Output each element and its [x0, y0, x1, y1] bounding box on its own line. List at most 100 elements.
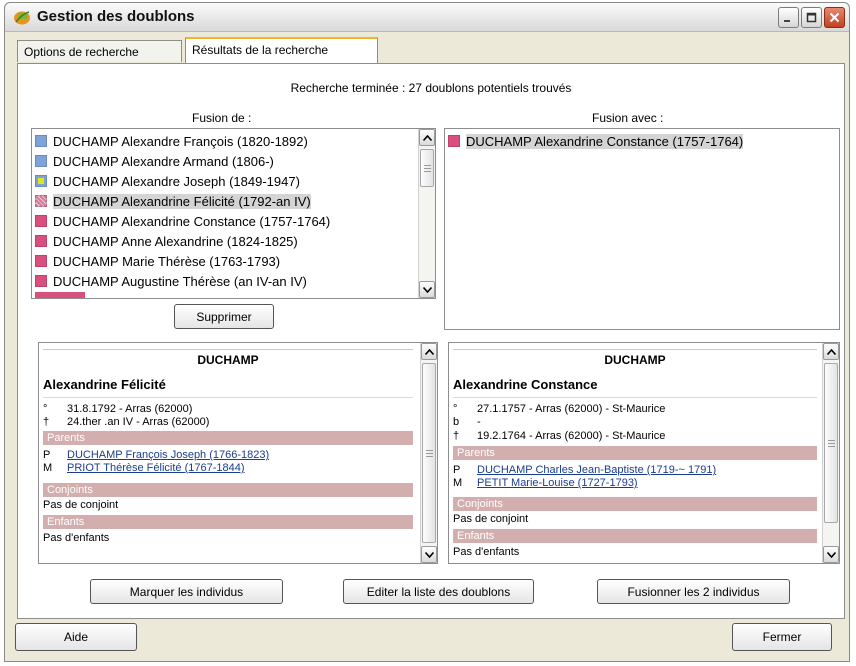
individual-color-swatch: [35, 255, 47, 267]
individual-color-swatch: [448, 135, 460, 147]
maximize-button[interactable]: [801, 7, 822, 28]
scroll-up-button[interactable]: [421, 343, 437, 360]
minimize-button[interactable]: [778, 7, 799, 28]
right-card-scrollbar[interactable]: [822, 343, 839, 563]
section-parents: Parents: [453, 446, 817, 460]
person-surname: DUCHAMP: [43, 349, 413, 367]
list-item[interactable]: DUCHAMP Anne Alexandrine (1824-1825): [35, 231, 298, 251]
event-death: † 19.2.1764 - Arras (62000) - St-Maurice: [453, 430, 666, 442]
individual-color-swatch: [35, 195, 47, 207]
fusionner-individus-button[interactable]: Fusionner les 2 individus: [597, 579, 790, 604]
maximize-icon: [806, 12, 817, 23]
list-item-label: DUCHAMP Alexandre Armand (1806-): [53, 153, 274, 169]
fusion-de-list[interactable]: DUCHAMP Alexandre François (1820-1892) D…: [31, 128, 436, 299]
list-item-selected[interactable]: DUCHAMP Alexandrine Constance (1757-1764…: [448, 131, 744, 151]
supprimer-button[interactable]: Supprimer: [174, 304, 274, 329]
fusion-de-scrollbar[interactable]: [418, 129, 435, 298]
list-item[interactable]: DUCHAMP Alexandre François (1820-1892): [35, 131, 308, 151]
scroll-down-button[interactable]: [419, 281, 435, 298]
section-parents: Parents: [43, 431, 413, 445]
list-item[interactable]: DUCHAMP Marie Thérèse (1763-1793): [35, 251, 280, 271]
parent-mother: M PRIOT Thérèse Félicité (1767-1844): [43, 462, 245, 474]
tab-options-recherche[interactable]: Options de recherche: [17, 40, 182, 62]
mother-link[interactable]: PETIT Marie-Louise (1727-1793): [477, 477, 638, 489]
section-conjoints: Conjoints: [43, 483, 413, 497]
individual-color-swatch: [35, 235, 47, 247]
fusion-avec-list[interactable]: DUCHAMP Alexandrine Constance (1757-1764…: [444, 128, 840, 330]
scroll-up-button[interactable]: [419, 129, 435, 146]
parent-father: P DUCHAMP Charles Jean-Baptiste (1719-~ 1…: [453, 464, 717, 476]
individual-color-swatch: [35, 135, 47, 147]
enfants-value: Pas d'enfants: [453, 546, 520, 558]
individual-color-swatch: [35, 215, 47, 227]
arrow-down-icon: [422, 286, 432, 293]
arrow-down-icon: [826, 551, 836, 558]
event-birth: ° 27.1.1757 - Arras (62000) - St-Maurice: [453, 403, 666, 415]
fermer-button[interactable]: Fermer: [732, 623, 832, 651]
list-item-label: DUCHAMP Alexandrine Constance (1757-1764…: [53, 213, 331, 229]
scroll-up-button[interactable]: [823, 343, 839, 360]
list-item[interactable]: DUCHAMP Alexandre Armand (1806-): [35, 151, 274, 171]
editer-liste-doublons-button[interactable]: Editer la liste des doublons: [343, 579, 534, 604]
list-item-label: DUCHAMP Augustine Thérèse (an IV-an IV): [53, 273, 307, 289]
list-item[interactable]: DUCHAMP Alexandre Joseph (1849-1947): [35, 171, 300, 191]
father-link[interactable]: DUCHAMP Charles Jean-Baptiste (1719-~ 17…: [477, 464, 716, 476]
arrow-down-icon: [424, 551, 434, 558]
event-death: † 24.ther .an IV - Arras (62000): [43, 416, 210, 428]
list-item[interactable]: DUCHAMP Augustine Thérèse (an IV-an IV): [35, 271, 307, 291]
right-person-card: DUCHAMP Alexandrine Constance ° 27.1.1757…: [448, 342, 840, 564]
tab-label: Options de recherche: [24, 45, 139, 59]
individual-color-swatch: [35, 155, 47, 167]
marquer-individus-button[interactable]: Marquer les individus: [90, 579, 283, 604]
conjoints-value: Pas de conjoint: [453, 513, 529, 525]
person-given-name: Alexandrine Constance: [453, 377, 598, 392]
scroll-down-button[interactable]: [421, 546, 437, 563]
list-item-selected[interactable]: DUCHAMP Alexandrine Félicité (1792-an IV…: [35, 191, 311, 211]
dialog-window: Gestion des doublons Options de recherch…: [4, 2, 850, 662]
mother-link[interactable]: PRIOT Thérèse Félicité (1767-1844): [67, 462, 245, 474]
left-person-card: DUCHAMP Alexandrine Félicité ° 31.8.1792 …: [38, 342, 438, 564]
search-status: Recherche terminée : 27 doublons potenti…: [290, 81, 572, 95]
list-item-label: DUCHAMP Anne Alexandrine (1824-1825): [53, 233, 298, 249]
list-item-partial: [35, 292, 85, 298]
close-icon: [829, 12, 840, 23]
event-baptism: b-: [453, 416, 481, 428]
scroll-thumb[interactable]: [422, 363, 436, 543]
scroll-thumb[interactable]: [824, 363, 838, 523]
left-card-scrollbar[interactable]: [420, 343, 437, 563]
person-surname: DUCHAMP: [453, 349, 817, 367]
divider: [43, 397, 413, 398]
section-conjoints: Conjoints: [453, 497, 817, 511]
person-given-name: Alexandrine Félicité: [43, 377, 166, 392]
fusion-de-label: Fusion de :: [192, 111, 252, 125]
individual-color-swatch: [35, 175, 47, 187]
section-enfants: Enfants: [43, 515, 413, 529]
event-birth: ° 31.8.1792 - Arras (62000): [43, 403, 193, 415]
list-item-label: DUCHAMP Alexandrine Félicité (1792-an IV…: [53, 193, 311, 209]
scroll-down-button[interactable]: [823, 546, 839, 563]
fusion-avec-label: Fusion avec :: [592, 111, 664, 125]
section-enfants: Enfants: [453, 529, 817, 543]
close-window-button[interactable]: [824, 7, 845, 28]
arrow-up-icon: [422, 134, 432, 141]
app-icon: [14, 11, 30, 25]
window-title: Gestion des doublons: [37, 8, 195, 25]
list-item-label: DUCHAMP Alexandre Joseph (1849-1947): [53, 173, 300, 189]
scroll-thumb[interactable]: [420, 149, 434, 187]
list-item-label: DUCHAMP Alexandrine Constance (1757-1764…: [466, 133, 744, 149]
minimize-icon: [784, 20, 790, 22]
conjoints-value: Pas de conjoint: [43, 499, 119, 511]
tab-label: Résultats de la recherche: [192, 43, 329, 57]
parent-father: P DUCHAMP François Joseph (1766-1823): [43, 449, 270, 461]
tab-resultats-recherche[interactable]: Résultats de la recherche: [185, 37, 378, 63]
individual-color-swatch: [35, 275, 47, 287]
list-item-label: DUCHAMP Marie Thérèse (1763-1793): [53, 253, 281, 269]
list-item[interactable]: DUCHAMP Alexandrine Constance (1757-1764…: [35, 211, 330, 231]
results-panel: Recherche terminée : 27 doublons potenti…: [17, 63, 845, 619]
arrow-up-icon: [424, 348, 434, 355]
arrow-up-icon: [826, 348, 836, 355]
father-link[interactable]: DUCHAMP François Joseph (1766-1823): [67, 449, 269, 461]
aide-button[interactable]: Aide: [15, 623, 137, 651]
parent-mother: M PETIT Marie-Louise (1727-1793): [453, 477, 638, 489]
title-bar[interactable]: Gestion des doublons: [5, 3, 849, 32]
